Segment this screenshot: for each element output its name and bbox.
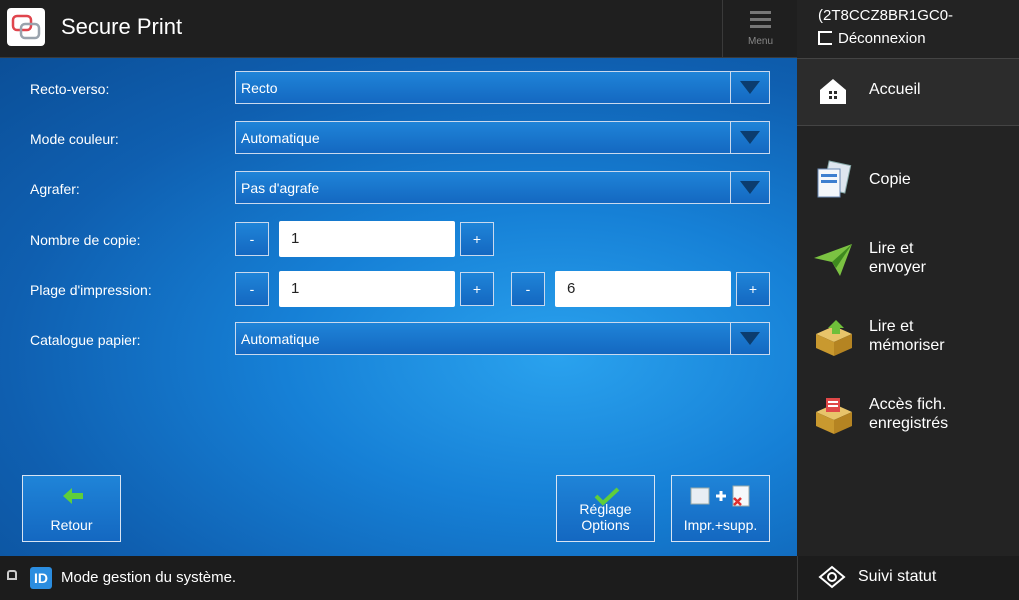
side-item-scan-send[interactable]: Lire et envoyer: [797, 224, 1019, 294]
paper-source-value: Automatique: [241, 331, 320, 347]
status-monitor-button[interactable]: Suivi statut: [797, 556, 1019, 600]
logout-icon: [818, 31, 832, 45]
staple-label: Agrafer:: [30, 181, 80, 197]
side-item-copy-label: Copie: [869, 171, 911, 188]
print-delete-button[interactable]: Impr.+supp.: [671, 475, 770, 542]
system-mode-text: Mode gestion du système.: [61, 569, 237, 586]
options-label: Réglage Options: [579, 501, 632, 533]
side-item-scan-store-label1: Lire et: [869, 318, 914, 335]
status-bar: ID Mode gestion du système.: [0, 556, 797, 600]
user-id: (2T8CCZ8BR1GC0-: [818, 7, 954, 24]
menu-label: Menu: [747, 36, 773, 47]
lock-icon: [7, 570, 17, 580]
menu-button[interactable]: Menu: [722, 0, 798, 57]
chevron-down-icon: [730, 72, 769, 103]
chevron-down-icon: [730, 122, 769, 153]
range-to-decrement-button[interactable]: -: [511, 272, 545, 306]
duplex-select[interactable]: Recto: [235, 71, 770, 104]
menu-icon: [750, 11, 771, 32]
logout-label: Déconnexion: [838, 30, 926, 47]
top-bar: Secure Print Menu: [0, 0, 797, 58]
copies-decrement-button[interactable]: -: [235, 222, 269, 256]
staple-select[interactable]: Pas d'agrafe: [235, 171, 770, 204]
range-to-input[interactable]: 6: [555, 271, 731, 307]
staple-value: Pas d'agrafe: [241, 180, 320, 196]
copies-label: Nombre de copie:: [30, 232, 141, 248]
logout-button[interactable]: Déconnexion: [818, 30, 926, 47]
stored-files-icon: [816, 398, 852, 434]
range-to-increment-button[interactable]: +: [736, 272, 770, 306]
side-item-stored-files-label1: Accès fich.: [869, 396, 947, 413]
side-item-scan-store[interactable]: Lire et mémoriser: [797, 302, 1019, 372]
home-button[interactable]: Accueil: [797, 58, 1019, 126]
print-delete-icon: [690, 485, 750, 507]
store-icon: [816, 320, 852, 356]
chevron-down-icon: [730, 323, 769, 354]
app-logo: [7, 8, 45, 46]
duplex-value: Recto: [241, 80, 278, 96]
side-item-stored-files[interactable]: Accès fich. enregistrés: [797, 380, 1019, 450]
side-item-scan-store-label2: mémoriser: [869, 337, 945, 354]
color-mode-label: Mode couleur:: [30, 131, 119, 147]
paper-source-label: Catalogue papier:: [30, 332, 141, 348]
range-from-decrement-button[interactable]: -: [235, 272, 269, 306]
options-button[interactable]: Réglage Options: [556, 475, 655, 542]
duplex-label: Recto-verso:: [30, 81, 110, 97]
back-label: Retour: [50, 517, 93, 533]
side-item-copy[interactable]: Copie: [797, 145, 1019, 215]
id-badge: ID: [30, 567, 52, 589]
send-icon: [814, 244, 852, 276]
side-item-scan-send-label2: envoyer: [869, 259, 926, 276]
print-delete-label: Impr.+supp.: [683, 517, 758, 533]
side-item-stored-files-label2: enregistrés: [869, 415, 949, 432]
copies-input[interactable]: 1: [279, 221, 455, 257]
range-from-increment-button[interactable]: +: [460, 272, 494, 306]
side-item-scan-send-label1: Lire et: [869, 240, 914, 257]
copy-icon: [817, 160, 852, 198]
status-monitor-label: Suivi statut: [858, 568, 937, 585]
color-mode-value: Automatique: [241, 130, 320, 146]
back-button[interactable]: Retour: [22, 475, 121, 542]
page-title: Secure Print: [61, 14, 183, 39]
range-from-input[interactable]: 1: [279, 271, 455, 307]
color-mode-select[interactable]: Automatique: [235, 121, 770, 154]
status-monitor-icon: [818, 565, 846, 589]
home-label: Accueil: [869, 81, 921, 98]
arrow-left-icon: [63, 488, 83, 504]
copies-increment-button[interactable]: +: [460, 222, 494, 256]
chevron-down-icon: [730, 172, 769, 203]
print-range-label: Plage d'impression:: [30, 282, 152, 298]
home-icon: [820, 79, 846, 104]
paper-source-select[interactable]: Automatique: [235, 322, 770, 355]
